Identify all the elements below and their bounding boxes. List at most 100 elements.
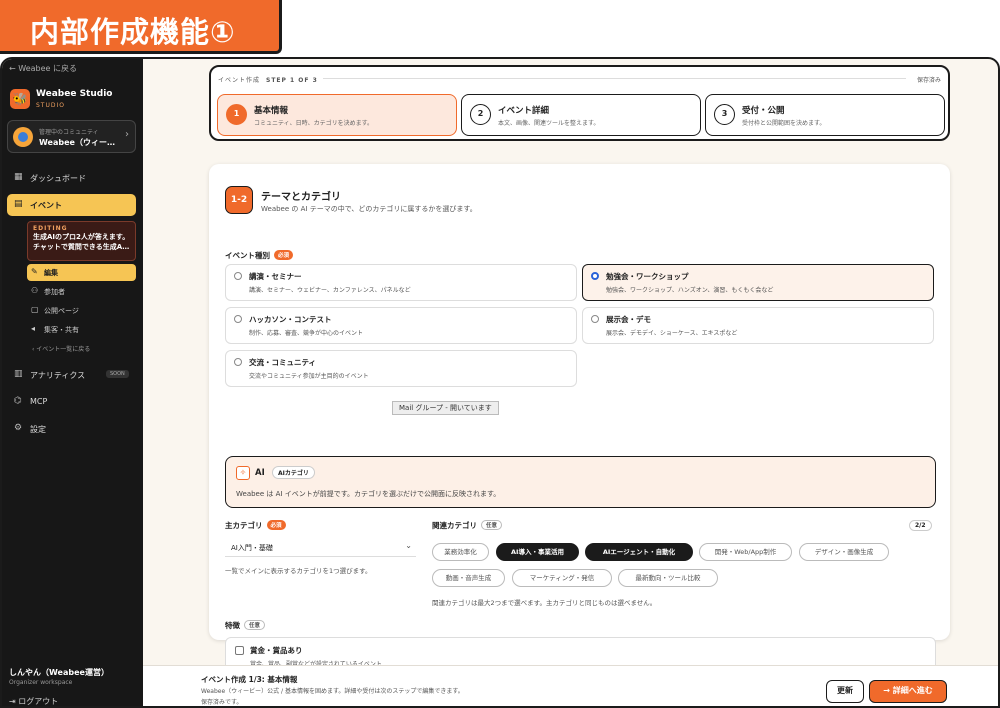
sidebar-item-analytics[interactable]: ▥ アナリティクス SOON [2,364,143,386]
saved-status: 保存済み [916,77,941,84]
logout-label: ログアウト [18,697,59,706]
chip-design-image[interactable]: デザイン・画像生成 [799,543,889,561]
step-number: 3 [714,104,735,125]
step-desc: コミュニティ、日時、カテゴリを決めます。 [254,120,374,127]
radio-study-workshop[interactable]: 勉強会・ワークショップ 勉強会、ワークショップ、ハンズオン、演習、もくもく会など [582,264,934,301]
pencil-icon: ✎ [31,267,38,276]
sidebar-subitem-promotion[interactable]: ◂ 集客・共有 [27,321,136,338]
community-switcher[interactable]: 管理中のコミュニティ Weabee（ウィー… › [7,120,136,153]
divider [323,78,906,79]
settings-icon: ⚙ [14,423,23,433]
step-basic-info[interactable]: 1 基本情報 コミュニティ、日時、カテゴリを決めます。 [217,94,457,136]
radio-button[interactable] [234,315,242,323]
community-label: 管理中のコミュニティ [39,129,99,136]
brand-name: Weabee Studio [36,89,113,99]
app-window: ← Weabee に戻る 🐝 Weabee Studio STUDIO 管理中の… [0,57,1000,708]
bottom-desc: Weabee（ウィービー）公式 / 基本情報を固めます。詳細や受付は次のステップ… [201,688,464,695]
megaphone-icon: ◂ [31,324,36,333]
chevron-right-icon: › [125,129,129,140]
back-to-weabee-link[interactable]: ← Weabee に戻る [9,63,77,74]
ai-theme-title: AI [255,468,265,478]
step-desc: 本文、画像、関連ツールを整えます。 [498,120,600,127]
option-desc: 交流やコミュニティ参加が主目的のイベント [249,373,369,380]
chip-marketing[interactable]: マーケティング・発信 [512,569,612,587]
back-to-event-list-link[interactable]: ‹ イベント一覧に戻る [32,344,90,353]
banner-title: 内部作成機能① [30,15,236,49]
step-title: イベント詳細 [498,106,550,116]
sidebar-item-label: イベント [30,201,62,210]
related-category-label: 関連カテゴリ 任意 [432,520,503,531]
required-badge: 必須 [274,250,294,260]
radio-exhibition-demo[interactable]: 展示会・デモ 展示会、デモデイ、ショーケース、エキスポなど [582,307,934,344]
bottom-title: イベント作成 1/3: 基本情報 [201,675,298,684]
step-number: 1 [226,104,247,125]
calendar-icon: ▤ [14,199,23,209]
option-title: 勉強会・ワークショップ [606,272,689,281]
theme-category-card: 1-2 テーマとカテゴリ Weabee の AI テーマの中で、どのカテゴリに属… [209,164,950,673]
chevron-down-icon: ⌄ [405,541,412,550]
sidebar-subitem-public-page[interactable]: ▢ 公開ページ [27,302,136,319]
sidebar-item-events[interactable]: ▤ イベント [7,194,136,216]
logout-icon: ⇥ [9,697,19,706]
subitem-label: 公開ページ [44,307,79,315]
chip-ai-adoption[interactable]: AI導入・事業活用 [496,543,579,561]
logout-button[interactable]: ⇥ ログアウト [9,696,59,706]
bottom-action-bar: イベント作成 1/3: 基本情報 Weabee（ウィービー）公式 / 基本情報を… [143,665,998,706]
step-reception-publish[interactable]: 3 受付・公開 受付枠と公開範囲を決めます。 [705,94,945,136]
main-category-label-text: 主カテゴリ [225,521,263,530]
event-type-label: イベント種別 必須 [225,250,294,261]
feature-title: 賞金・賞品あり [250,646,303,655]
event-type-label-text: イベント種別 [225,251,270,260]
subitem-label: 参加者 [44,288,65,296]
sidebar: ← Weabee に戻る 🐝 Weabee Studio STUDIO 管理中の… [2,59,143,706]
sidebar-item-dashboard[interactable]: ▦ ダッシュボード [2,167,143,189]
step-desc: 受付枠と公開範囲を決めます。 [742,120,826,127]
section-description: Weabee の AI テーマの中で、どのカテゴリに属するかを選びます。 [261,205,477,213]
step-title: 受付・公開 [742,106,785,116]
chip-video-audio[interactable]: 動画・音声生成 [432,569,505,587]
page-icon: ▢ [31,305,39,314]
chip-dev-web[interactable]: 開発・Web/App制作 [699,543,792,561]
chip-business-efficiency[interactable]: 業務効率化 [432,543,489,561]
checkbox[interactable] [235,646,244,655]
radio-networking-community[interactable]: 交流・コミュニティ 交流やコミュニティ参加が主目的のイベント [225,350,577,387]
selection-count: 2/2 [909,520,932,531]
next-step-button[interactable]: → 詳細へ進む [869,680,947,703]
radio-button-selected[interactable] [591,272,599,280]
editing-label: EDITING [33,225,68,232]
sparkle-icon: ✧ [236,466,250,480]
main-category-select[interactable]: AI入門・基礎 ⌄ [225,537,416,557]
sidebar-item-mcp[interactable]: ⌬ MCP [2,391,143,413]
user-role: Organizer workspace [9,679,73,686]
soon-badge: SOON [106,370,129,378]
chip-ai-agent[interactable]: AIエージェント・自動化 [585,543,693,561]
update-button[interactable]: 更新 [826,680,864,703]
sidebar-item-settings[interactable]: ⚙ 設定 [2,418,143,440]
radio-lecture-seminar[interactable]: 講演・セミナー 講演、セミナー、ウェビナー、カンファレンス、パネルなど [225,264,577,301]
chip-latest-trends[interactable]: 最新動向・ツール比較 [618,569,718,587]
sidebar-subitem-participants[interactable]: ⚇ 参加者 [27,283,136,300]
main-category-label: 主カテゴリ 必須 [225,520,286,531]
option-desc: 講演、セミナー、ウェビナー、カンファレンス、パネルなど [249,287,411,294]
option-title: 展示会・デモ [606,315,651,324]
bee-logo-icon: 🐝 [10,89,30,109]
step-event-details[interactable]: 2 イベント詳細 本文、画像、関連ツールを整えます。 [461,94,701,136]
radio-button[interactable] [591,315,599,323]
stepper-step-of: STEP 1 OF 3 [266,77,318,84]
radio-button[interactable] [234,358,242,366]
subitem-label: 集客・共有 [44,326,79,334]
grid-icon: ▦ [14,172,23,182]
main-category-help: 一覧でメインに表示するカテゴリを1つ選びます。 [225,567,372,575]
editing-event-card[interactable]: EDITING 生成AIのプロ2人が答えます。 チャットで質問できる生成A… [27,221,136,261]
related-category-label-text: 関連カテゴリ [432,521,477,530]
radio-button[interactable] [234,272,242,280]
ai-theme-desc: Weabee は AI イベントが前提です。カテゴリを選ぶだけで公開面に反映され… [236,490,501,498]
option-title: 交流・コミュニティ [249,358,317,367]
related-category-help: 関連カテゴリは最大2つまで選べます。主カテゴリと同じものは選べません。 [432,599,657,607]
sidebar-item-label: MCP [30,397,48,406]
sidebar-subitem-edit[interactable]: ✎ 編集 [27,264,136,281]
radio-hackathon-contest[interactable]: ハッカソン・コンテスト 制作、応募、審査、競争が中心のイベント [225,307,577,344]
ai-category-tag: AIカテゴリ [272,466,315,479]
mcp-icon: ⌬ [14,396,22,406]
stepper-caption: イベント作成 STEP 1 OF 3 [218,75,318,84]
